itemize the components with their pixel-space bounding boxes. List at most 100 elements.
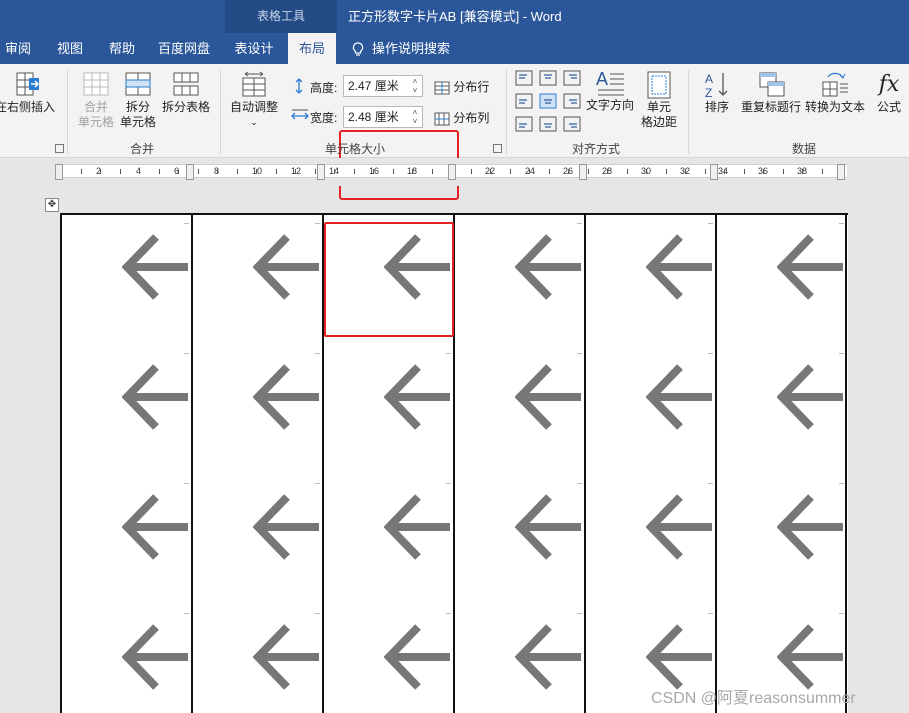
left-arrow-icon bbox=[253, 364, 319, 430]
table-cell[interactable] bbox=[191, 605, 322, 713]
left-arrow-icon bbox=[515, 234, 581, 300]
cell-size-launcher[interactable] bbox=[493, 144, 502, 153]
sort-button[interactable]: AZ 排序 bbox=[700, 70, 734, 115]
table-cell[interactable] bbox=[60, 215, 191, 345]
ruler-tick bbox=[549, 169, 550, 174]
ruler-tick bbox=[763, 169, 764, 174]
table-cell[interactable] bbox=[715, 475, 846, 605]
split-table-icon bbox=[173, 72, 199, 96]
table-cell[interactable] bbox=[715, 215, 846, 345]
left-arrow-icon bbox=[253, 234, 319, 300]
tab-help[interactable]: 帮助 bbox=[100, 33, 144, 64]
left-arrow-icon bbox=[646, 494, 712, 560]
table-column-border[interactable] bbox=[191, 213, 193, 713]
table-cell[interactable] bbox=[191, 215, 322, 345]
table-cell[interactable] bbox=[715, 345, 846, 475]
autofit-label: 自动调整 bbox=[229, 100, 278, 114]
table-cell[interactable] bbox=[453, 345, 584, 475]
left-arrow-icon bbox=[253, 624, 319, 690]
table-cell[interactable] bbox=[584, 345, 715, 475]
table-cell[interactable] bbox=[453, 605, 584, 713]
convert-to-text-button[interactable]: 转换为文本 bbox=[804, 70, 866, 115]
ruler-tick bbox=[744, 169, 745, 174]
column-width-icon bbox=[291, 109, 309, 120]
table-cell[interactable] bbox=[60, 605, 191, 713]
table-move-handle[interactable]: ✥ bbox=[45, 198, 59, 212]
insert-right-icon bbox=[16, 72, 40, 96]
ruler-tick bbox=[217, 169, 218, 174]
repeat-header-button[interactable]: 重复标题行 bbox=[740, 70, 802, 115]
split-cells-button[interactable]: 拆分 单元格 bbox=[118, 70, 158, 130]
ruler-tick bbox=[685, 169, 686, 174]
tab-review[interactable]: 审阅 bbox=[0, 33, 36, 64]
ruler-column-marker[interactable] bbox=[55, 164, 63, 180]
horizontal-ruler[interactable]: 24681012141618222426283032343638 bbox=[55, 164, 847, 180]
autofit-button[interactable]: 自动调整 ⌄ bbox=[228, 70, 280, 130]
distribute-rows-button[interactable]: 分布行 bbox=[434, 78, 494, 95]
repeat-header-label: 重复标题行 bbox=[740, 100, 801, 114]
ruler-column-marker[interactable] bbox=[186, 164, 194, 180]
cell-margins-button[interactable]: 单元 格边距 bbox=[638, 70, 680, 130]
distribute-cols-button[interactable]: 分布列 bbox=[434, 109, 494, 126]
cell-end-mark bbox=[577, 483, 582, 484]
table-cell[interactable] bbox=[453, 475, 584, 605]
width-value: 2.48 厘米 bbox=[348, 110, 399, 124]
ruler-tick bbox=[139, 169, 140, 174]
insert-right-button[interactable]: 在右侧插入 bbox=[0, 70, 56, 115]
tell-me-search[interactable]: 操作说明搜索 bbox=[352, 33, 450, 64]
table-column-border[interactable] bbox=[584, 213, 586, 713]
table-cell[interactable] bbox=[191, 475, 322, 605]
align-grid-icons[interactable] bbox=[514, 70, 582, 134]
ruler-tick bbox=[100, 169, 101, 174]
width-label: 宽度: bbox=[310, 111, 338, 125]
left-arrow-icon bbox=[384, 624, 450, 690]
tab-baidu-netdisk[interactable]: 百度网盘 bbox=[152, 33, 216, 64]
tab-view[interactable]: 视图 bbox=[48, 33, 92, 64]
tab-table-design[interactable]: 表设计 bbox=[226, 33, 282, 64]
cell-end-mark bbox=[577, 223, 582, 224]
ruler-tick bbox=[529, 169, 530, 174]
width-spinner-arrows[interactable]: ˄ ˅ bbox=[410, 108, 420, 126]
table-cell[interactable] bbox=[453, 215, 584, 345]
width-input[interactable]: 2.48 厘米 ˄ ˅ bbox=[343, 106, 423, 128]
table-column-border[interactable] bbox=[845, 213, 847, 713]
height-input[interactable]: 2.47 厘米 ˄ ˅ bbox=[343, 75, 423, 97]
table-column-border[interactable] bbox=[60, 213, 62, 713]
tab-layout[interactable]: 布局 bbox=[288, 33, 336, 64]
table-cell[interactable] bbox=[322, 475, 453, 605]
cell-end-mark bbox=[315, 353, 320, 354]
table-cell[interactable] bbox=[60, 345, 191, 475]
ruler-tick bbox=[178, 169, 179, 174]
table-cell[interactable] bbox=[584, 215, 715, 345]
cell-end-mark bbox=[184, 353, 189, 354]
table-cell[interactable] bbox=[60, 475, 191, 605]
table-cell[interactable] bbox=[584, 475, 715, 605]
merge-cells-button[interactable]: 合并 单元格 bbox=[76, 70, 116, 130]
left-arrow-icon bbox=[122, 234, 188, 300]
table-cell[interactable] bbox=[322, 345, 453, 475]
text-direction-button[interactable]: A 文字方向 bbox=[584, 68, 636, 113]
ruler-tick bbox=[490, 169, 491, 174]
ruler-column-marker[interactable] bbox=[579, 164, 587, 180]
alignment-grid bbox=[514, 70, 582, 134]
ruler-tick bbox=[607, 169, 608, 174]
ruler-tick bbox=[315, 169, 316, 174]
ruler-column-marker[interactable] bbox=[317, 164, 325, 180]
left-arrow-icon bbox=[122, 364, 188, 430]
ruler-column-marker[interactable] bbox=[448, 164, 456, 180]
height-spinner-arrows[interactable]: ˄ ˅ bbox=[410, 77, 420, 95]
cell-end-mark bbox=[446, 483, 451, 484]
distribute-cols-label: 分布列 bbox=[453, 111, 490, 125]
ruler-column-marker[interactable] bbox=[710, 164, 718, 180]
ruler-column-marker[interactable] bbox=[837, 164, 845, 180]
ruler-number: 34 bbox=[718, 166, 729, 176]
group-separator bbox=[688, 70, 689, 154]
formula-button[interactable]: fx 公式 bbox=[872, 70, 906, 115]
rows-cols-launcher[interactable] bbox=[55, 144, 64, 153]
ruler-tick bbox=[666, 169, 667, 174]
table-column-border[interactable] bbox=[715, 213, 717, 713]
table-cell[interactable] bbox=[322, 605, 453, 713]
table-cell[interactable] bbox=[191, 345, 322, 475]
cell-end-mark bbox=[446, 353, 451, 354]
split-table-button[interactable]: 拆分表格 bbox=[160, 70, 212, 115]
